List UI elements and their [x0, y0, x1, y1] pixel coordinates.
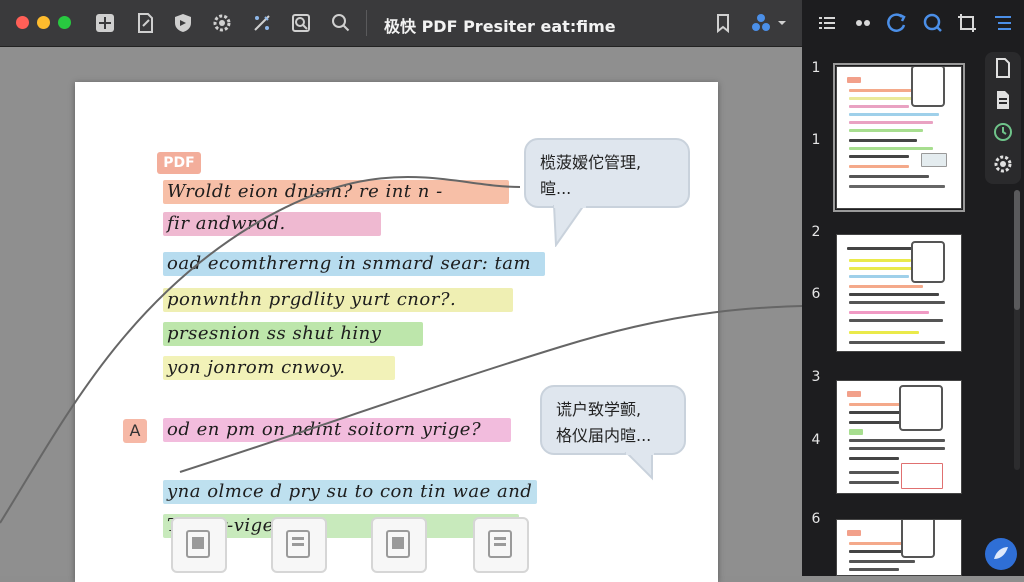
- document-icon[interactable]: [991, 56, 1015, 80]
- rotate-icon[interactable]: [886, 12, 908, 34]
- zoom-page-icon[interactable]: [290, 12, 312, 34]
- minimize-window-button[interactable]: [37, 16, 50, 29]
- page-number-label: 1: [811, 60, 821, 76]
- share-dropdown-icon[interactable]: [750, 12, 790, 34]
- page-thumbnail[interactable]: [836, 234, 962, 352]
- shield-icon[interactable]: [172, 12, 194, 34]
- add-page-icon[interactable]: [94, 12, 116, 34]
- sidebar-scrollbar-thumb[interactable]: [1014, 190, 1020, 310]
- zoom-window-button[interactable]: [58, 16, 71, 29]
- page-number-label: 6: [811, 511, 821, 527]
- settings-icon[interactable]: [991, 152, 1015, 176]
- outline-icon[interactable]: [992, 12, 1014, 34]
- page-number-label: 4: [811, 432, 821, 448]
- bookmark-icon[interactable]: [712, 12, 734, 34]
- assistant-icon: [994, 547, 1008, 559]
- page-thumbnail[interactable]: [836, 380, 962, 494]
- connector-lines: [0, 176, 802, 524]
- search-icon[interactable]: [330, 12, 352, 34]
- document-icon: [901, 520, 935, 558]
- assistant-button[interactable]: [985, 538, 1017, 570]
- right-tool-rail: [985, 52, 1021, 184]
- dots-icon[interactable]: [852, 12, 874, 34]
- page-thumbnail[interactable]: [836, 519, 962, 576]
- close-window-button[interactable]: [16, 16, 29, 29]
- page-number-label: 3: [811, 369, 821, 385]
- list-icon[interactable]: [816, 12, 838, 34]
- document-canvas[interactable]: PDF Wroldt eion dnism? re int n - fir an…: [0, 47, 802, 582]
- window-title: 极快 PDF Presiter eat:fime: [384, 17, 616, 36]
- page-thumbnail[interactable]: [833, 63, 965, 212]
- magic-tools-icon[interactable]: [251, 12, 273, 34]
- ocr-search-icon[interactable]: [922, 12, 944, 34]
- page-number-label: 2: [811, 224, 821, 240]
- document-icon: [899, 385, 943, 431]
- gear-icon[interactable]: [211, 12, 233, 34]
- history-icon[interactable]: [991, 120, 1015, 144]
- toolbar-divider: [366, 10, 367, 36]
- document-icon: [911, 67, 945, 107]
- page-number-label: 6: [811, 286, 821, 302]
- page-number-label: 1: [811, 132, 821, 148]
- document-icon: [911, 241, 945, 283]
- edit-document-icon[interactable]: [134, 12, 156, 34]
- notes-icon[interactable]: [991, 88, 1015, 112]
- crop-icon[interactable]: [956, 12, 978, 34]
